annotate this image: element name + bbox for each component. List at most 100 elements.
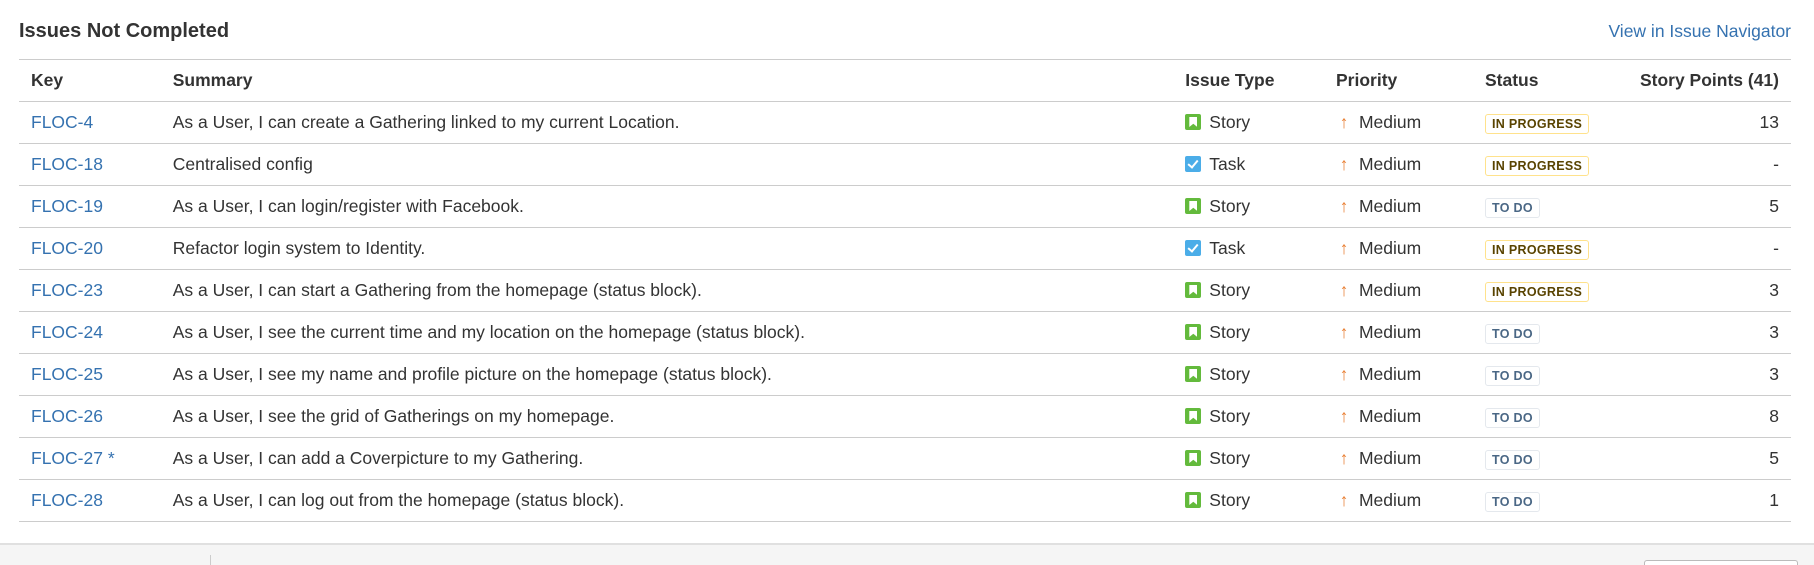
- status-cell: TO DO: [1472, 395, 1628, 438]
- priority-cell: ↑ Medium: [1323, 143, 1473, 186]
- column-header-summary[interactable]: Summary: [160, 59, 1174, 102]
- arrow-up-icon: ↑: [1339, 448, 1349, 468]
- status-cell: IN PROGRESS: [1472, 143, 1628, 186]
- table-row[interactable]: FLOC-27 * As a User, I can add a Coverpic…: [19, 437, 1791, 480]
- table-row[interactable]: FLOC-25 As a User, I see my name and prof…: [19, 353, 1791, 396]
- issue-summary: Centralised config: [160, 143, 1174, 186]
- issue-type-label: Story: [1209, 280, 1251, 300]
- issue-key-cell: FLOC-25: [19, 353, 161, 396]
- column-header-status[interactable]: Status: [1472, 59, 1628, 102]
- story-points: 3: [1627, 311, 1791, 354]
- status-badge: TO DO: [1484, 407, 1540, 428]
- sprint-report-page: Issues Not Completed View in Issue Navig…: [0, 0, 1814, 565]
- task-icon: [1185, 156, 1202, 172]
- issue-type-cell: Story: [1173, 437, 1324, 480]
- column-header-key[interactable]: Key: [19, 59, 161, 102]
- issue-key-cell: FLOC-19: [19, 185, 161, 228]
- status-cell: IN PROGRESS: [1472, 101, 1628, 144]
- priority-label: Medium: [1358, 154, 1422, 174]
- issue-type-label: Task: [1209, 238, 1246, 258]
- issue-key-link[interactable]: FLOC-19: [31, 196, 103, 216]
- status-cell: TO DO: [1472, 353, 1628, 396]
- issue-summary: As a User, I can login/register with Fac…: [160, 185, 1174, 228]
- story-icon: [1185, 366, 1202, 382]
- priority-label: Medium: [1358, 238, 1422, 258]
- status-badge: TO DO: [1484, 323, 1540, 344]
- story-points: 5: [1627, 437, 1791, 480]
- issue-key-link[interactable]: FLOC-20: [31, 238, 103, 258]
- footer-button[interactable]: [1644, 560, 1798, 565]
- issue-key-cell: FLOC-4: [19, 101, 161, 144]
- priority-label: Medium: [1358, 364, 1422, 384]
- issue-key-link[interactable]: FLOC-23: [31, 280, 103, 300]
- column-header-story-points[interactable]: Story Points (41): [1627, 59, 1791, 102]
- table-row[interactable]: FLOC-20 Refactor login system to Identity…: [19, 227, 1791, 270]
- issue-type-label: Story: [1209, 364, 1251, 384]
- arrow-up-icon: ↑: [1339, 322, 1349, 342]
- story-points: -: [1627, 143, 1791, 186]
- status-badge: IN PROGRESS: [1484, 239, 1590, 260]
- story-points: 3: [1627, 353, 1791, 396]
- issue-type-cell: Story: [1173, 269, 1324, 312]
- issue-type-cell: Story: [1173, 101, 1324, 144]
- table-row[interactable]: FLOC-18 Centralised config Task ↑ Medium IN P…: [19, 143, 1791, 186]
- issue-key-link[interactable]: FLOC-25: [31, 364, 103, 384]
- arrow-up-icon: ↑: [1339, 154, 1349, 174]
- status-badge: TO DO: [1484, 491, 1540, 512]
- issue-type-cell: Story: [1173, 395, 1324, 438]
- table-row[interactable]: FLOC-24 As a User, I see the current time…: [19, 311, 1791, 354]
- issue-key-link[interactable]: FLOC-18: [31, 154, 103, 174]
- issue-type-cell: Story: [1173, 353, 1324, 396]
- table-row[interactable]: FLOC-26 As a User, I see the grid of Gath…: [19, 395, 1791, 438]
- issue-type-label: Story: [1209, 112, 1251, 132]
- table-row[interactable]: FLOC-4 As a User, I can create a Gatherin…: [19, 101, 1791, 144]
- status-cell: IN PROGRESS: [1472, 269, 1628, 312]
- priority-label: Medium: [1358, 112, 1422, 132]
- table-row[interactable]: FLOC-23 As a User, I can start a Gatherin…: [19, 269, 1791, 312]
- priority-label: Medium: [1358, 406, 1422, 426]
- table-row[interactable]: FLOC-19 As a User, I can login/register w…: [19, 185, 1791, 228]
- issue-key-link[interactable]: FLOC-4: [31, 112, 93, 132]
- story-points: 8: [1627, 395, 1791, 438]
- issue-summary: As a User, I can create a Gathering link…: [160, 101, 1174, 144]
- issue-type-cell: Task: [1173, 227, 1324, 270]
- issue-summary: As a User, I can log out from the homepa…: [160, 479, 1174, 522]
- arrow-up-icon: ↑: [1339, 112, 1349, 132]
- issue-type-label: Task: [1209, 154, 1246, 174]
- status-badge: IN PROGRESS: [1484, 281, 1590, 302]
- issue-key-cell: FLOC-24: [19, 311, 161, 354]
- priority-cell: ↑ Medium: [1323, 269, 1473, 312]
- issue-key-cell: FLOC-23: [19, 269, 161, 312]
- priority-cell: ↑ Medium: [1323, 353, 1473, 396]
- view-in-issue-navigator-link[interactable]: View in Issue Navigator: [1608, 21, 1791, 42]
- status-badge: TO DO: [1484, 449, 1540, 470]
- issues-table-body: FLOC-4 As a User, I can create a Gatherin…: [19, 101, 1791, 522]
- issue-type-label: Story: [1209, 322, 1251, 342]
- issue-key-link[interactable]: FLOC-27 *: [31, 448, 115, 468]
- issue-key-link[interactable]: FLOC-28: [31, 490, 103, 510]
- issue-summary: As a User, I can start a Gathering from …: [160, 269, 1174, 312]
- issue-key-cell: FLOC-26: [19, 395, 161, 438]
- issue-summary: As a User, I see the grid of Gatherings …: [160, 395, 1174, 438]
- priority-cell: ↑ Medium: [1323, 479, 1473, 522]
- column-header-priority[interactable]: Priority: [1323, 59, 1473, 102]
- arrow-up-icon: ↑: [1339, 196, 1349, 216]
- task-icon: [1185, 240, 1202, 256]
- priority-label: Medium: [1358, 322, 1422, 342]
- issue-key-cell: FLOC-20: [19, 227, 161, 270]
- story-points: 3: [1627, 269, 1791, 312]
- issue-summary: Refactor login system to Identity.: [160, 227, 1174, 270]
- table-header-row: Key Summary Issue Type Priority Status S…: [19, 59, 1791, 102]
- issue-type-cell: Story: [1173, 479, 1324, 522]
- column-header-issue-type[interactable]: Issue Type: [1173, 59, 1324, 102]
- issue-key-cell: FLOC-18: [19, 143, 161, 186]
- footer-bar: [0, 543, 1814, 565]
- arrow-up-icon: ↑: [1339, 280, 1349, 300]
- table-row[interactable]: FLOC-28 As a User, I can log out from the…: [19, 479, 1791, 522]
- issue-key-link[interactable]: FLOC-24: [31, 322, 103, 342]
- status-badge: IN PROGRESS: [1484, 113, 1590, 134]
- issue-key-link[interactable]: FLOC-26: [31, 406, 103, 426]
- status-badge: IN PROGRESS: [1484, 155, 1590, 176]
- priority-cell: ↑ Medium: [1323, 311, 1473, 354]
- story-points: 5: [1627, 185, 1791, 228]
